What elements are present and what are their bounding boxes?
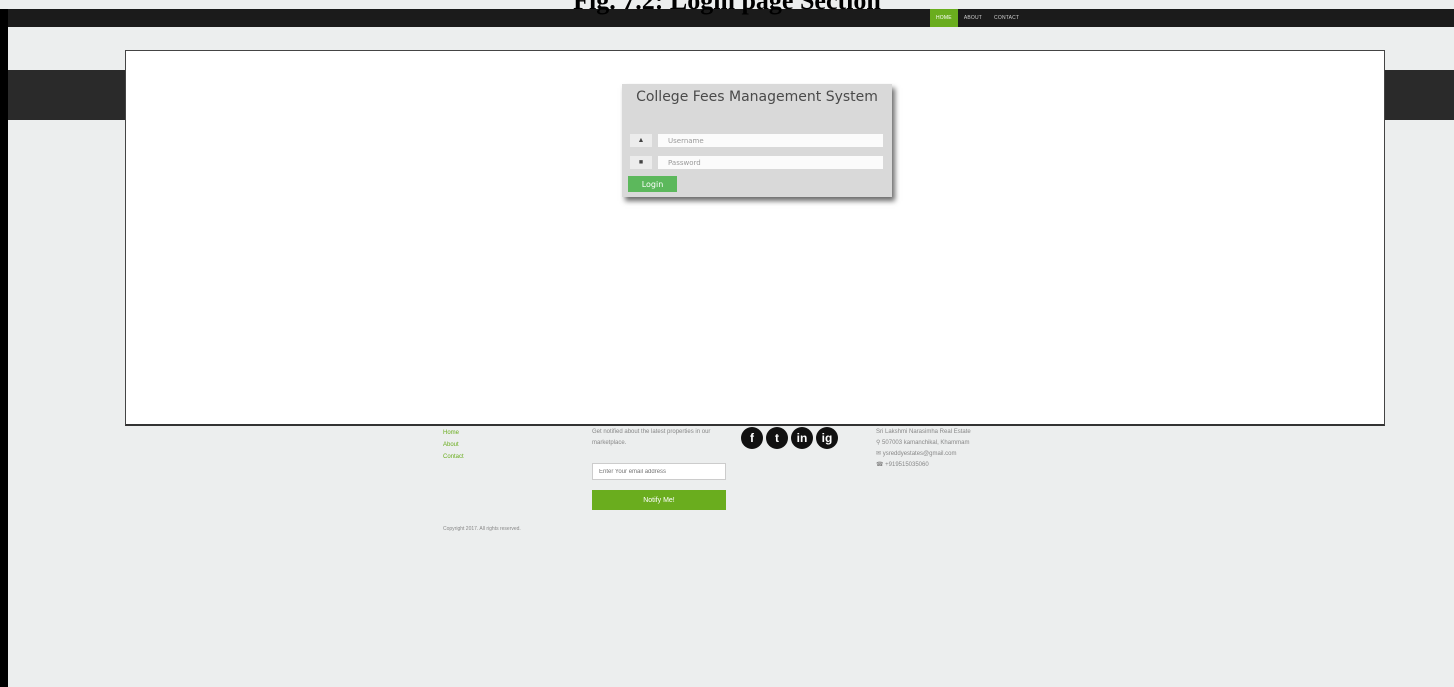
footer-links: Home About Contact: [443, 427, 464, 463]
copyright: Copyright 2017. All rights reserved.: [443, 526, 521, 532]
linkedin-icon[interactable]: in: [791, 427, 813, 449]
username-row: ▲: [630, 134, 883, 147]
lock-icon: ■: [630, 156, 652, 169]
phone-number: ☎ +919515035060: [876, 462, 929, 468]
facebook-icon[interactable]: f: [741, 427, 763, 449]
login-button[interactable]: Login: [628, 176, 677, 192]
username-field[interactable]: [658, 134, 883, 147]
page: Fig. 7.2: Login page Section HOME ABOUT …: [0, 0, 1454, 687]
address: ⚲ 507003 kamanchikal, Khammam: [876, 440, 970, 446]
login-title: College Fees Management System: [636, 89, 878, 105]
social-links: f t in ig: [741, 427, 841, 449]
password-row: ■: [630, 156, 883, 169]
instagram-icon[interactable]: ig: [816, 427, 838, 449]
footer-link-about[interactable]: About: [443, 439, 464, 451]
figure-caption: Fig. 7.2: Login page Section: [573, 0, 881, 15]
twitter-icon[interactable]: t: [766, 427, 788, 449]
footer-link-home[interactable]: Home: [443, 427, 464, 439]
company-name: Sri Lakshmi Narasimha Real Estate: [876, 429, 971, 435]
user-icon: ▲: [630, 134, 652, 147]
notify-button[interactable]: Notify Me!: [592, 490, 726, 510]
footer-link-contact[interactable]: Contact: [443, 451, 464, 463]
login-form: College Fees Management System ▲ ■ Login: [622, 84, 892, 197]
left-border: [0, 9, 8, 687]
email-field[interactable]: [592, 463, 726, 480]
password-field[interactable]: [658, 156, 883, 169]
email-address[interactable]: ✉ ysreddyestates@gmail.com: [876, 449, 971, 460]
notify-text: Get notified about the latest properties…: [592, 429, 711, 446]
login-modal: College Fees Management System ▲ ■ Login: [125, 50, 1385, 426]
contact-info: Sri Lakshmi Narasimha Real Estate ⚲ 5070…: [876, 427, 971, 471]
